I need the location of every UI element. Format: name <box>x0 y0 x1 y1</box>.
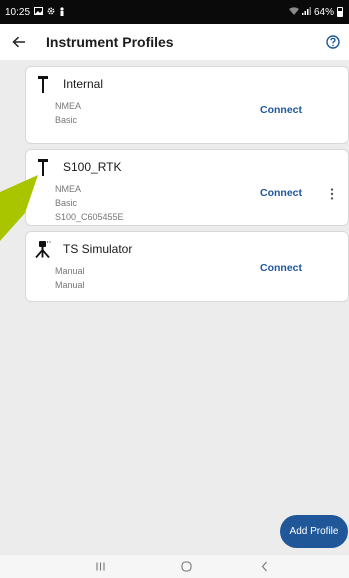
profile-card-internal[interactable]: Internal NMEA Basic Connect <box>25 66 349 144</box>
profile-detail: Manual <box>55 280 85 290</box>
profile-detail: Manual <box>55 266 85 276</box>
app-bar: Instrument Profiles <box>0 24 349 60</box>
more-vert-icon[interactable] <box>330 188 334 202</box>
profile-detail: S100_C605455E <box>55 212 124 222</box>
connect-button[interactable]: Connect <box>260 104 302 116</box>
battery-icon <box>337 7 343 17</box>
total-station-icon <box>34 240 52 258</box>
status-bar: 10:25 64% <box>0 0 349 24</box>
add-profile-button[interactable]: Add Profile <box>280 515 348 548</box>
settings-icon <box>47 7 55 17</box>
profile-detail: Basic <box>55 198 78 208</box>
profile-list: Internal NMEA Basic Connect S100_RTK NME… <box>0 60 349 555</box>
wifi-icon <box>288 6 299 18</box>
recent-apps-icon[interactable] <box>90 555 110 578</box>
help-button[interactable] <box>321 30 345 54</box>
signal-icon <box>301 6 311 18</box>
profile-detail: NMEA <box>55 184 82 194</box>
page-title: Instrument Profiles <box>46 34 174 50</box>
connect-button[interactable]: Connect <box>260 262 302 274</box>
gnss-pole-icon <box>34 158 52 176</box>
home-icon[interactable] <box>176 555 196 578</box>
profile-detail: Basic <box>55 115 78 125</box>
gnss-pole-icon <box>34 75 52 93</box>
profile-name: TS Simulator <box>63 242 133 256</box>
profile-card-s100-rtk[interactable]: S100_RTK NMEA Basic S100_C605455E Connec… <box>25 149 349 226</box>
arrow-left-icon <box>12 36 25 48</box>
connect-button[interactable]: Connect <box>260 187 302 199</box>
profile-name: Internal <box>63 77 104 91</box>
profile-card-ts-simulator[interactable]: TS Simulator Manual Manual Connect <box>25 231 349 302</box>
status-time: 10:25 <box>5 6 31 18</box>
battery-percent: 64% <box>313 6 334 18</box>
back-button[interactable] <box>0 24 38 60</box>
help-circle-icon <box>326 35 340 49</box>
back-icon[interactable] <box>254 555 274 578</box>
profile-name: S100_RTK <box>63 160 122 174</box>
pointer-arrow-annotation <box>0 175 38 241</box>
gallery-icon <box>34 7 44 17</box>
profile-detail: NMEA <box>55 101 82 111</box>
person-icon <box>59 6 65 18</box>
system-nav-bar <box>0 555 349 578</box>
